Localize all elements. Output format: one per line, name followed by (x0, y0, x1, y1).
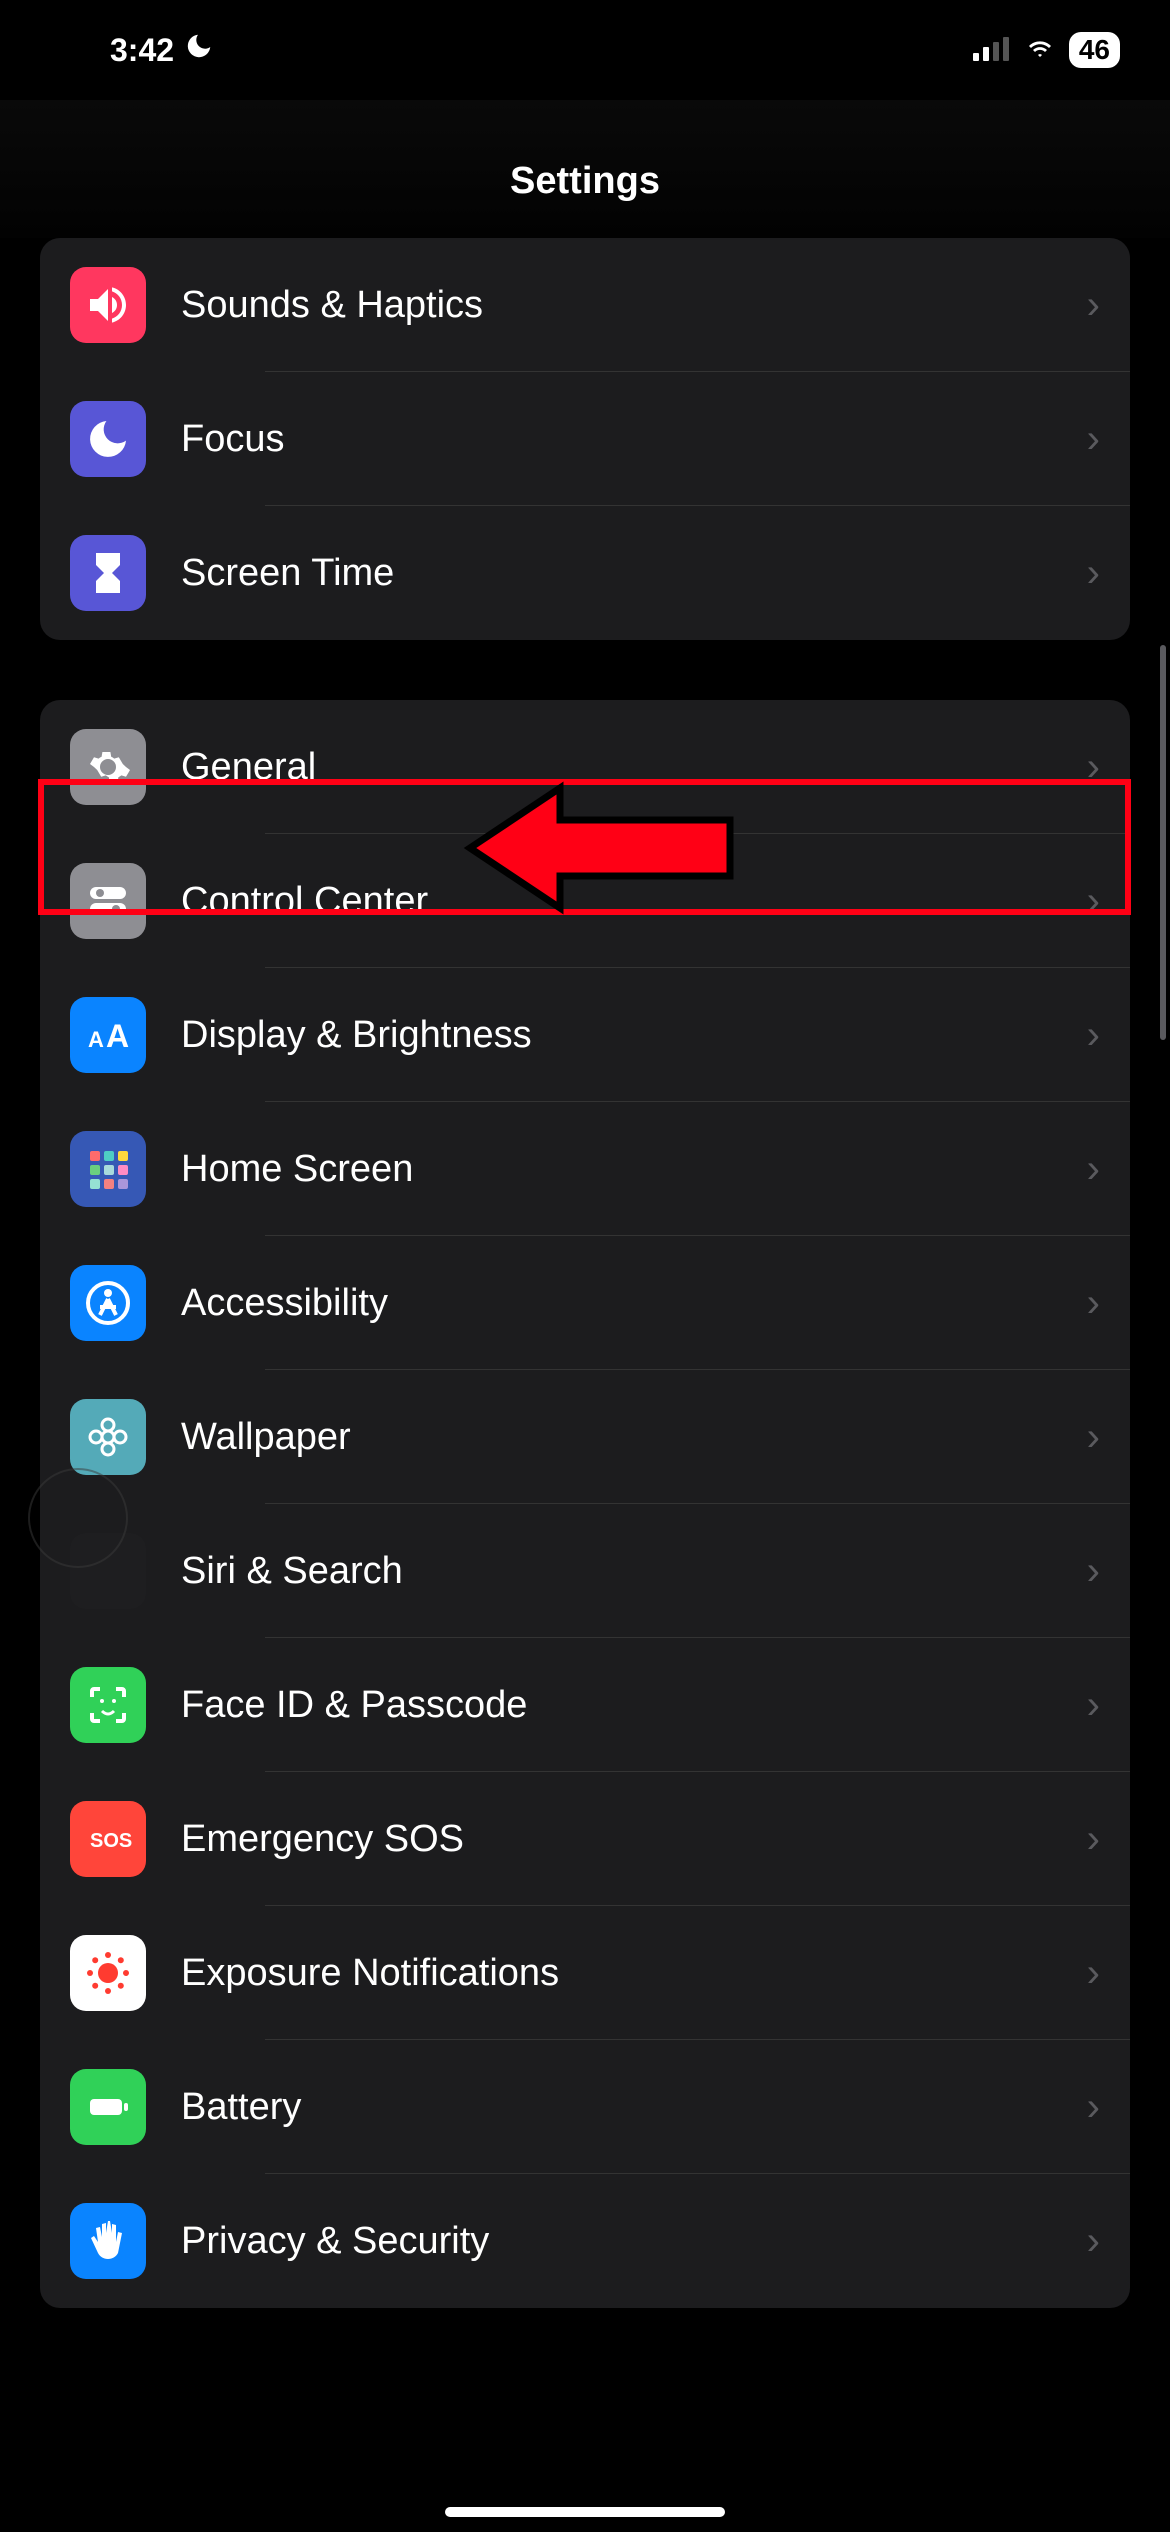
settings-row-siri[interactable]: Siri & Search› (40, 1504, 1130, 1638)
chevron-right-icon: › (1087, 1415, 1100, 1460)
chevron-right-icon: › (1087, 1281, 1100, 1326)
flower-icon (70, 1399, 146, 1475)
row-label: Siri & Search (181, 1550, 1087, 1593)
status-time: 3:42 (110, 32, 174, 69)
switches-icon (70, 863, 146, 939)
face-icon (70, 1667, 146, 1743)
settings-row-accessibility[interactable]: Accessibility› (40, 1236, 1130, 1370)
moon-icon (70, 401, 146, 477)
row-label: Exposure Notifications (181, 1952, 1087, 1995)
settings-row-battery[interactable]: Battery› (40, 2040, 1130, 2174)
dnd-moon-icon (184, 31, 214, 69)
row-label: Screen Time (181, 552, 1087, 595)
sos-icon (70, 1801, 146, 1877)
row-label: Privacy & Security (181, 2220, 1087, 2263)
chevron-right-icon: › (1087, 551, 1100, 596)
chevron-right-icon: › (1087, 2085, 1100, 2130)
row-label: General (181, 746, 1087, 789)
home-indicator[interactable] (445, 2507, 725, 2517)
chevron-right-icon: › (1087, 1817, 1100, 1862)
speaker-icon (70, 267, 146, 343)
apps-icon (70, 1131, 146, 1207)
settings-row-privacy[interactable]: Privacy & Security› (40, 2174, 1130, 2308)
row-label: Sounds & Haptics (181, 284, 1087, 327)
chevron-right-icon: › (1087, 1951, 1100, 1996)
settings-content[interactable]: Sounds & Haptics›Focus›Screen Time›Gener… (0, 238, 1170, 2308)
row-label: Accessibility (181, 1282, 1087, 1325)
chevron-right-icon: › (1087, 1683, 1100, 1728)
page-header: Settings (0, 100, 1170, 238)
row-label: Control Center (181, 880, 1087, 923)
chevron-right-icon: › (1087, 745, 1100, 790)
scroll-indicator[interactable] (1160, 645, 1166, 1040)
page-title: Settings (510, 160, 660, 202)
hand-icon (70, 2203, 146, 2279)
settings-row-wallpaper[interactable]: Wallpaper› (40, 1370, 1130, 1504)
assistive-touch-button[interactable] (28, 1468, 128, 1568)
chevron-right-icon: › (1087, 283, 1100, 328)
row-label: Face ID & Passcode (181, 1684, 1087, 1727)
battery-icon (70, 2069, 146, 2145)
status-bar: 3:42 46 (0, 0, 1170, 100)
row-label: Emergency SOS (181, 1818, 1087, 1861)
person-icon (70, 1265, 146, 1341)
settings-row-exposure[interactable]: Exposure Notifications› (40, 1906, 1130, 2040)
row-label: Wallpaper (181, 1416, 1087, 1459)
settings-group: Sounds & Haptics›Focus›Screen Time› (40, 238, 1130, 640)
settings-row-homescreen[interactable]: Home Screen› (40, 1102, 1130, 1236)
row-label: Battery (181, 2086, 1087, 2129)
row-label: Focus (181, 418, 1087, 461)
row-label: Home Screen (181, 1148, 1087, 1191)
settings-row-controlcenter[interactable]: Control Center› (40, 834, 1130, 968)
status-right: 46 (973, 32, 1120, 69)
chevron-right-icon: › (1087, 1147, 1100, 1192)
gear-icon (70, 729, 146, 805)
settings-row-display[interactable]: Display & Brightness› (40, 968, 1130, 1102)
settings-row-focus[interactable]: Focus› (40, 372, 1130, 506)
settings-row-screentime[interactable]: Screen Time› (40, 506, 1130, 640)
chevron-right-icon: › (1087, 2219, 1100, 2264)
chevron-right-icon: › (1087, 879, 1100, 924)
settings-group: General›Control Center›Display & Brightn… (40, 700, 1130, 2308)
wifi-icon (1023, 32, 1057, 69)
battery-level: 46 (1069, 32, 1120, 68)
chevron-right-icon: › (1087, 1549, 1100, 1594)
exposure-icon (70, 1935, 146, 2011)
settings-row-faceid[interactable]: Face ID & Passcode› (40, 1638, 1130, 1772)
settings-row-sounds[interactable]: Sounds & Haptics› (40, 238, 1130, 372)
chevron-right-icon: › (1087, 1013, 1100, 1058)
settings-row-sos[interactable]: Emergency SOS› (40, 1772, 1130, 1906)
cell-signal-icon (973, 32, 1011, 69)
settings-row-general[interactable]: General› (40, 700, 1130, 834)
hourglass-icon (70, 535, 146, 611)
chevron-right-icon: › (1087, 417, 1100, 462)
textsize-icon (70, 997, 146, 1073)
status-left: 3:42 (110, 31, 214, 69)
row-label: Display & Brightness (181, 1014, 1087, 1057)
